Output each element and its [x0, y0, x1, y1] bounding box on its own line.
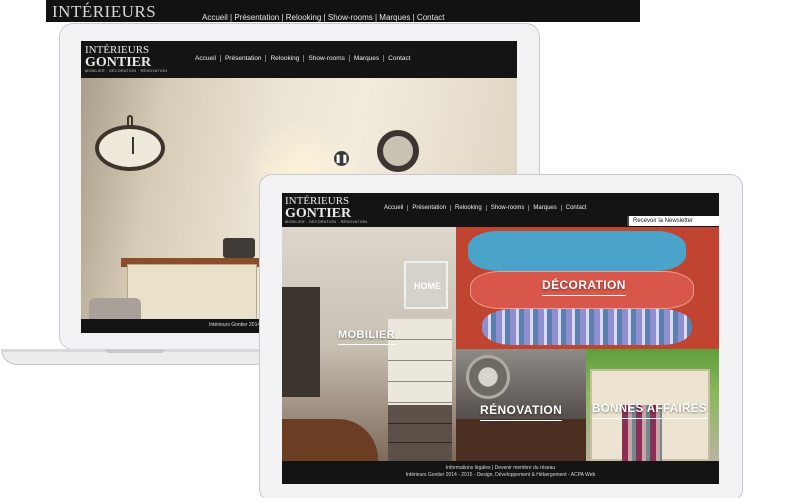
nav-show-rooms[interactable]: Show-rooms: [487, 205, 530, 211]
wall-clock-icon: [95, 125, 165, 171]
nav-marques[interactable]: Marques: [350, 55, 385, 62]
tile-bonnes-affaires-label: BONNES AFFAIRES: [592, 403, 707, 419]
tile-renovation-label: RÉNOVATION: [480, 403, 563, 421]
tablet-site-logo[interactable]: INTÉRIEURS GONTIER MOBILIER · DÉCORATION…: [285, 196, 367, 225]
basket: [223, 238, 255, 258]
tile-renovation-underline: [480, 420, 563, 421]
tile-decoration-text: DÉCORATION: [542, 278, 626, 292]
wall-sign-text: HOME: [414, 281, 441, 291]
chest-lower-drawers: [388, 405, 452, 461]
laptop-footer-line2: Intérieurs Gontier 2014 -: [209, 322, 264, 328]
renovated-sideboard: [456, 419, 586, 461]
tile-mobilier-underline: [338, 344, 395, 345]
background-site-header: INTÉRIEURS Accueil | Présentation | Relo…: [46, 0, 640, 22]
round-table: [282, 419, 378, 461]
sunburst-mirror-icon: [466, 355, 510, 399]
nav-accueil[interactable]: Accueil: [191, 55, 221, 62]
footer-links[interactable]: Informations légales | Devenir membre du…: [282, 465, 719, 472]
nav-accueil[interactable]: Accueil: [380, 205, 409, 211]
striped-cushion: [482, 309, 692, 345]
laptop-site-nav: Accueil Présentation Relooking Show-room…: [191, 55, 415, 62]
tablet-site-footer: Informations légales | Devenir membre du…: [282, 461, 719, 484]
logo-tagline: MOBILIER · DÉCORATION · RÉNOVATION: [285, 220, 368, 224]
nav-marques[interactable]: Marques: [529, 205, 562, 211]
tile-mobilier-text: MOBILIER: [338, 329, 395, 341]
tile-bonnes-affaires-text: BONNES AFFAIRES: [592, 403, 707, 415]
laptop-notch: [105, 349, 165, 353]
tablet-screen: INTÉRIEURS GONTIER MOBILIER · DÉCORATION…: [282, 193, 719, 484]
device-mockup-scene: INTÉRIEURS Accueil | Présentation | Relo…: [0, 0, 799, 498]
tablet-site-header: INTÉRIEURS GONTIER MOBILIER · DÉCORATION…: [282, 193, 719, 229]
nav-relooking[interactable]: Relooking: [451, 205, 487, 211]
laptop-site-header: INTÉRIEURS GONTIER MOBILIER · DÉCORATION…: [81, 41, 517, 78]
nav-presentation[interactable]: Présentation: [221, 55, 267, 62]
nav-contact[interactable]: Contact: [562, 205, 591, 211]
pause-icon[interactable]: ❚❚: [334, 151, 349, 166]
wall-sign: HOME: [404, 261, 448, 309]
tile-bonnes-affaires-underline: [592, 418, 707, 419]
logo-line2: GONTIER: [285, 206, 352, 221]
tile-renovation-text: RÉNOVATION: [480, 403, 563, 417]
tile-renovation[interactable]: RÉNOVATION: [456, 349, 586, 461]
nav-presentation[interactable]: Présentation: [408, 205, 452, 211]
tablet-site-nav: Accueil Présentation Relooking Show-room…: [380, 205, 590, 211]
nav-relooking[interactable]: Relooking: [266, 55, 305, 62]
newsletter-link[interactable]: Recevoir la Newsletter: [627, 216, 719, 226]
tile-mobilier[interactable]: HOME MOBILIER: [282, 227, 456, 461]
tile-bonnes-affaires[interactable]: BONNES AFFAIRES: [586, 349, 719, 461]
nav-show-rooms[interactable]: Show-rooms: [304, 55, 350, 62]
round-mirror-icon: [377, 130, 419, 172]
dark-shelf: [282, 287, 320, 397]
blue-cushion: [468, 231, 686, 271]
laptop-site-logo[interactable]: INTÉRIEURS GONTIER MOBILIER · DÉCORATION…: [85, 45, 167, 74]
logo-tagline: MOBILIER · DÉCORATION · RÉNOVATION: [85, 69, 168, 73]
background-site-nav: Accueil | Présentation | Relooking | Sho…: [202, 13, 445, 22]
background-site-logo: INTÉRIEURS: [52, 2, 157, 21]
logo-line2: GONTIER: [85, 55, 152, 70]
tile-decoration-label: DÉCORATION: [542, 278, 626, 296]
tile-decoration-underline: [542, 295, 626, 296]
nav-contact[interactable]: Contact: [384, 55, 414, 62]
footer-credits: Intérieurs Gontier 2014 - 2015 - Design,…: [405, 472, 596, 478]
tile-mobilier-label: MOBILIER: [338, 329, 395, 345]
tile-decoration[interactable]: DÉCORATION: [456, 227, 719, 349]
